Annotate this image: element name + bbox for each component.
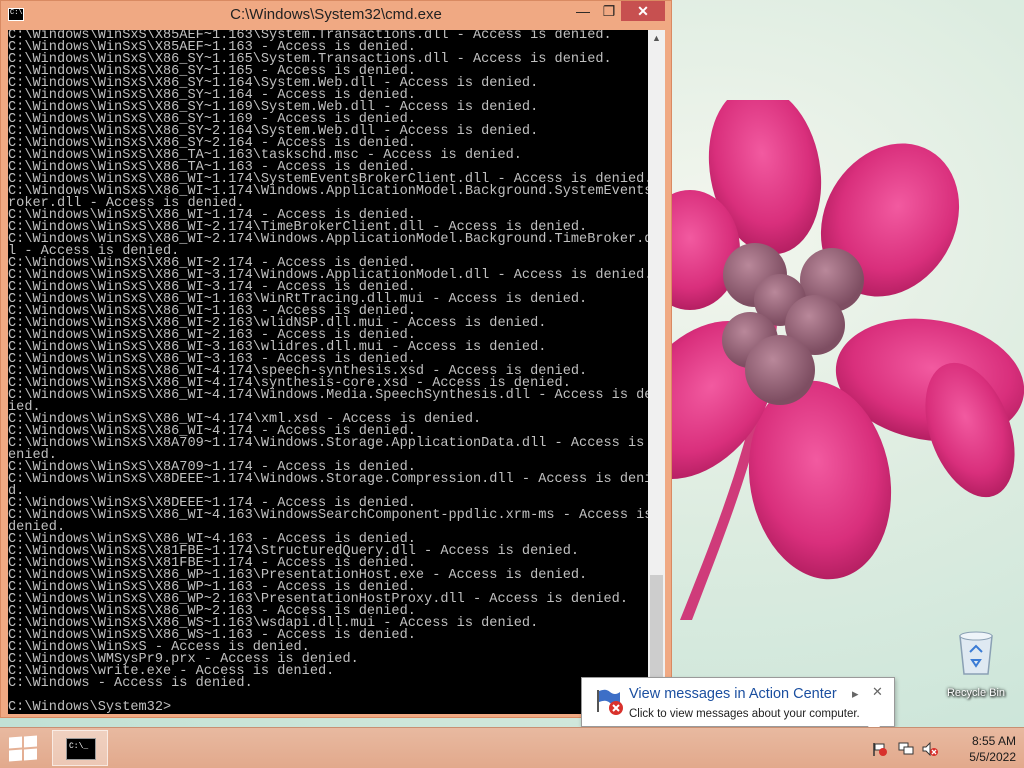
windows-logo-icon — [9, 736, 22, 749]
notification-options-icon[interactable]: ▸ — [852, 686, 859, 702]
start-button[interactable] — [8, 735, 38, 762]
action-center-notification[interactable]: View messages in Action Center Click to … — [581, 677, 895, 736]
cmd-window[interactable]: C:\Windows\System32\cmd.exe — ❐ ✕ C:\Win… — [0, 0, 672, 718]
taskbar-cmd-button[interactable] — [52, 730, 108, 766]
scroll-up-arrow-icon[interactable]: ▲ — [648, 30, 665, 47]
close-button[interactable]: ✕ — [621, 1, 665, 21]
taskbar: 8:55 AM 5/5/2022 — [0, 727, 1024, 768]
volume-muted-icon[interactable] — [922, 742, 938, 756]
action-center-flag-tray-icon[interactable] — [872, 742, 888, 756]
console-text: C:\Windows\WinSxS\X85AEF~1.163\System.Tr… — [8, 30, 648, 714]
recycle-bin-label: Recycle Bin — [946, 687, 1006, 699]
recycle-bin-shortcut[interactable]: Recycle Bin — [940, 630, 1012, 699]
title-bar[interactable]: C:\Windows\System32\cmd.exe — ❐ ✕ — [1, 1, 671, 29]
notification-title[interactable]: View messages in Action Center — [629, 686, 837, 702]
flower-wallpaper-image — [660, 100, 1024, 620]
recycle-bin-icon — [959, 631, 993, 675]
clock-date: 5/5/2022 — [969, 750, 1016, 764]
action-center-flag-icon — [597, 689, 623, 715]
minimize-button[interactable]: — — [569, 1, 597, 21]
notification-close-button[interactable]: ✕ — [872, 684, 883, 700]
network-icon[interactable] — [898, 742, 914, 756]
vertical-scrollbar[interactable]: ▲ ▼ — [648, 30, 665, 714]
clock-time: 8:55 AM — [971, 734, 1016, 748]
restore-button[interactable]: ❐ — [595, 1, 623, 21]
cmd-taskbar-icon — [66, 738, 96, 760]
console-output[interactable]: C:\Windows\WinSxS\X85AEF~1.163\System.Tr… — [8, 30, 648, 714]
scroll-thumb[interactable] — [650, 575, 663, 693]
taskbar-clock[interactable]: 8:55 AM 5/5/2022 — [944, 733, 1016, 765]
notification-text[interactable]: Click to view messages about your comput… — [629, 708, 860, 720]
